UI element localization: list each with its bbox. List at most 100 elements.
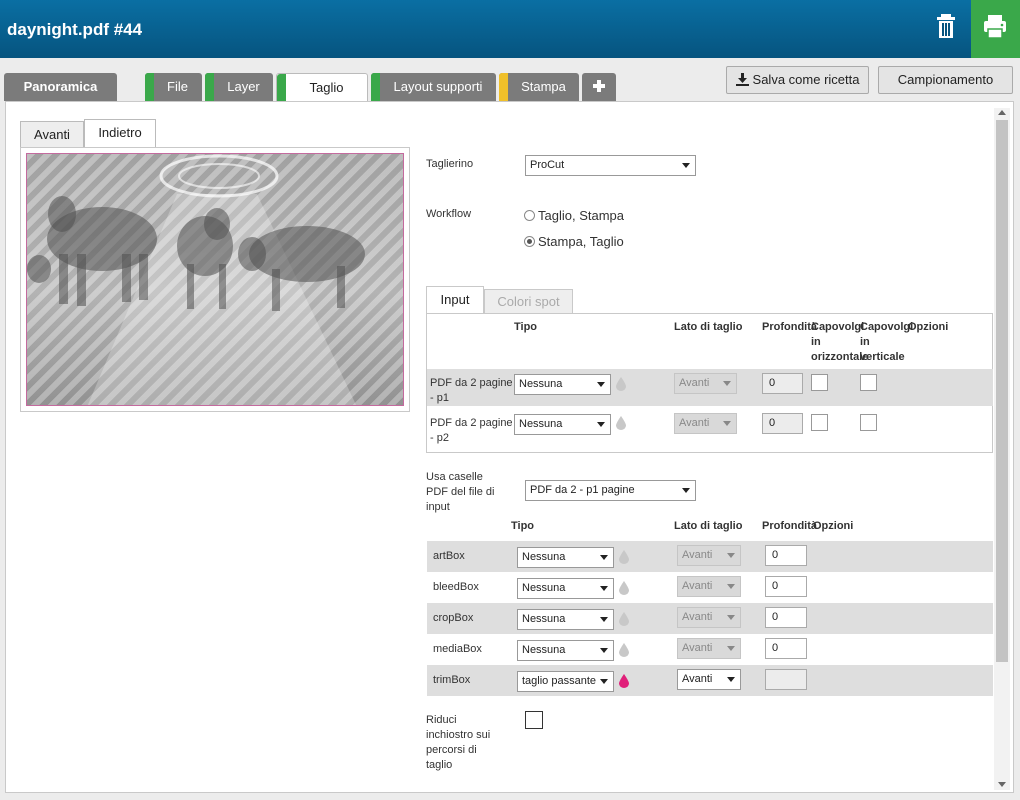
tab-taglio[interactable]: Taglio [276, 73, 368, 102]
box-cut-side-select[interactable]: Avanti [677, 607, 741, 628]
row-name-line1: PDF da 2 pagine [430, 417, 513, 429]
use-boxes-label: Usa caselle PDF del file di input [426, 470, 494, 515]
box-type-select[interactable]: Nessuna [517, 547, 614, 568]
box-type-select[interactable]: Nessuna [517, 609, 614, 630]
box-cut-side-select[interactable]: Avanti [677, 638, 741, 659]
box-source-select[interactable]: PDF da 2 - p1 pagine [525, 480, 696, 501]
cut-side-select[interactable]: Avanti [674, 373, 737, 394]
flip-horizontal-checkbox[interactable] [811, 374, 828, 391]
box-depth-input[interactable]: 0 [765, 545, 807, 566]
chevron-down-icon [600, 679, 608, 684]
type-select[interactable]: Nessuna [514, 414, 611, 435]
document-preview-image[interactable] [26, 153, 404, 406]
printer-icon [984, 15, 1006, 39]
save-recipe-button[interactable]: Salva come ricetta [726, 66, 869, 94]
box-cut-side-value: Avanti [682, 580, 713, 592]
box-cut-side-select[interactable]: Avanti [677, 545, 741, 566]
tab-spot-label: Colori spot [497, 294, 560, 309]
box-depth-input[interactable] [765, 669, 807, 690]
flip-vertical-checkbox[interactable] [860, 374, 877, 391]
col-header-side: Lato di taglio [674, 520, 743, 532]
tab-layer[interactable]: Layer [205, 73, 273, 101]
col-header-depth: Profondità [762, 520, 817, 532]
box-type-select[interactable]: Nessuna [517, 640, 614, 661]
print-button[interactable] [971, 0, 1020, 58]
box-cut-side-select[interactable]: Avanti [677, 576, 741, 597]
sampling-button[interactable]: Campionamento [878, 66, 1013, 94]
box-depth-input[interactable]: 0 [765, 607, 807, 628]
box-depth-input[interactable]: 0 [765, 638, 807, 659]
box-cut-side-value: Avanti [682, 642, 713, 654]
box-depth-value: 0 [772, 611, 779, 623]
col-header-flip-v: Capovolgi in verticale [860, 320, 913, 365]
sampling-label: Campionamento [897, 72, 994, 87]
flip-horizontal-checkbox[interactable] [811, 414, 828, 431]
type-select[interactable]: Nessuna [514, 374, 611, 395]
radio-button-selected[interactable] [524, 236, 535, 247]
subtab-back[interactable]: Indietro [84, 119, 156, 148]
ink-drop-icon [616, 377, 626, 391]
workflow-radio-print-cut[interactable]: Stampa, Taglio [524, 234, 624, 249]
row-name-line2: - p1 [430, 392, 449, 404]
box-cut-side-select[interactable]: Avanti [677, 669, 741, 690]
tab-input-label: Input [440, 292, 470, 307]
chevron-down-icon [600, 555, 608, 560]
cut-side-select[interactable]: Avanti [674, 413, 737, 434]
tab-stampa[interactable]: Stampa [499, 73, 579, 101]
tab-layout-supporti[interactable]: Layout supporti [371, 73, 496, 101]
scroll-down-icon[interactable] [998, 782, 1006, 787]
tab-file[interactable]: File [145, 73, 202, 101]
col-header-side: Lato di taglio [674, 321, 743, 333]
scroll-thumb[interactable] [996, 120, 1008, 662]
cutter-select[interactable]: ProCut [525, 155, 696, 176]
chevron-down-icon [600, 617, 608, 622]
chevron-down-icon [723, 421, 731, 426]
col-header-type: Tipo [511, 520, 535, 532]
download-icon [735, 73, 749, 86]
preview-frame [20, 147, 410, 412]
col-header-flip-v-line3: verticale [860, 351, 905, 363]
cut-side-value: Avanti [679, 417, 710, 429]
add-tab-button[interactable] [582, 73, 616, 101]
tab-input[interactable]: Input [426, 286, 484, 314]
workflow-label: Workflow [426, 208, 472, 220]
box-type-select[interactable]: Nessuna [517, 578, 614, 599]
col-header-depth: Profondità [762, 321, 817, 333]
depth-input[interactable]: 0 [762, 413, 803, 434]
row-name-line1: PDF da 2 pagine [430, 377, 513, 389]
box-type-value: Nessuna [522, 551, 566, 563]
box-type-value: Nessuna [522, 582, 566, 594]
trash-icon[interactable] [932, 10, 966, 46]
tab-panoramica[interactable]: Panoramica [4, 73, 117, 101]
chevron-down-icon [682, 488, 690, 493]
tab-label: Taglio [309, 80, 344, 95]
status-strip [145, 73, 154, 101]
plus-icon [593, 80, 605, 92]
flip-vertical-checkbox[interactable] [860, 414, 877, 431]
reduce-ink-checkbox[interactable] [525, 711, 543, 729]
vertical-scrollbar[interactable] [994, 108, 1010, 790]
subtab-front[interactable]: Avanti [20, 121, 84, 149]
box-name: bleedBox [433, 581, 479, 593]
depth-input[interactable]: 0 [762, 373, 803, 394]
chevron-down-icon [600, 648, 608, 653]
status-strip [499, 73, 508, 101]
box-depth-value: 0 [772, 580, 779, 592]
workflow-radio-cut-print[interactable]: Taglio, Stampa [524, 208, 624, 223]
box-type-select[interactable]: taglio passante [517, 671, 614, 692]
scroll-up-icon[interactable] [998, 110, 1006, 115]
type-select-value: Nessuna [519, 378, 563, 390]
box-cut-side-value: Avanti [682, 549, 713, 561]
reduce-ink-line4: taglio [426, 759, 453, 771]
radio-label: Taglio, Stampa [538, 208, 624, 223]
ink-drop-icon [619, 612, 629, 626]
chevron-down-icon [597, 382, 605, 387]
box-name: artBox [433, 550, 465, 562]
box-depth-input[interactable]: 0 [765, 576, 807, 597]
tab-spot-colors[interactable]: Colori spot [484, 289, 573, 313]
use-boxes-label-line3: input [426, 501, 450, 513]
app-header: daynight.pdf #44 [0, 0, 1020, 58]
use-boxes-label-line2: PDF del file di [426, 486, 495, 498]
radio-button[interactable] [524, 210, 535, 221]
type-select-value: Nessuna [519, 418, 563, 430]
